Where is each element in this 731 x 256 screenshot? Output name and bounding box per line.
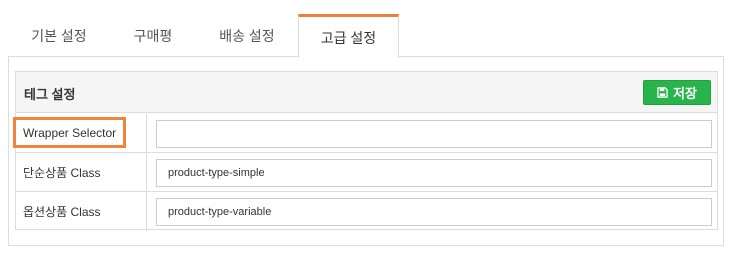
settings-header: 테그 설정 저장 (16, 72, 717, 113)
wrapper-selector-row: Wrapper Selector (16, 114, 717, 153)
save-button-label: 저장 (673, 86, 697, 101)
wrapper-selector-label: Wrapper Selector (16, 114, 147, 152)
variable-product-class-row: 옵션상품 Class (16, 192, 717, 231)
variable-product-class-label: 옵션상품 Class (16, 192, 147, 231)
tag-settings-box: 테그 설정 저장 Wrapper Selector 단순상품 Class 옵션상… (15, 71, 718, 231)
variable-product-class-input[interactable] (156, 198, 712, 226)
tab-advanced-settings[interactable]: 고급 설정 (298, 14, 399, 58)
save-button[interactable]: 저장 (643, 80, 711, 105)
tab-shipping-settings[interactable]: 배송 설정 (196, 14, 298, 57)
simple-product-class-label: 단순상품 Class (16, 153, 147, 191)
settings-title: 테그 설정 (24, 87, 76, 102)
tab-reviews[interactable]: 구매평 (110, 14, 196, 57)
simple-product-class-row: 단순상품 Class (16, 153, 717, 192)
save-icon (657, 87, 668, 98)
tab-bar: 기본 설정 구매평 배송 설정 고급 설정 (8, 14, 724, 58)
simple-product-class-input[interactable] (156, 159, 712, 187)
wrapper-selector-input[interactable] (156, 120, 712, 148)
tab-panel: 테그 설정 저장 Wrapper Selector 단순상품 Class 옵션상… (8, 57, 724, 246)
tab-basic-settings[interactable]: 기본 설정 (8, 14, 110, 57)
